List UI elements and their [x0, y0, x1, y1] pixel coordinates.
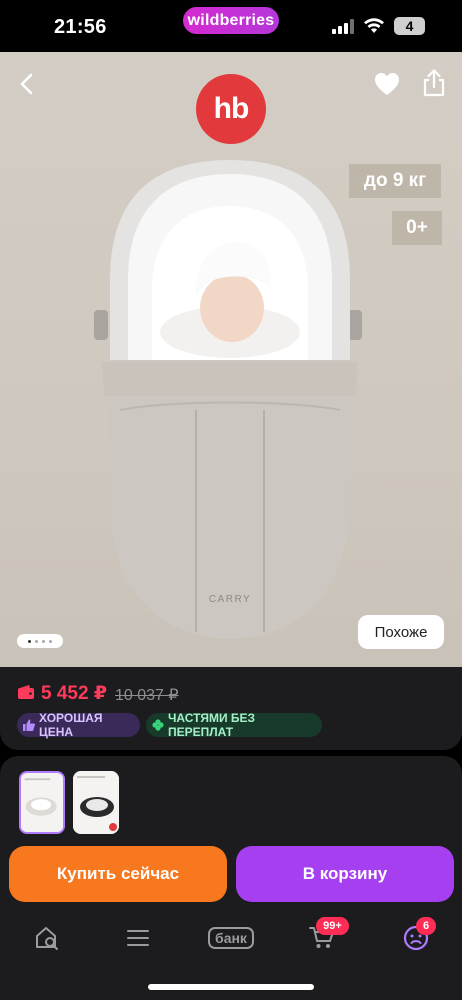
nav-catalog[interactable]: [118, 922, 158, 954]
status-time: 21:56: [54, 16, 107, 38]
current-price: 5 452 ₽: [41, 683, 108, 704]
heart-icon[interactable]: [373, 70, 401, 98]
home-search-icon: [36, 927, 58, 950]
action-bar: Купить сейчас В корзину: [0, 840, 462, 910]
battery-indicator: 4: [394, 17, 425, 35]
add-to-cart-button[interactable]: В корзину: [236, 846, 454, 902]
share-icon[interactable]: [420, 68, 448, 98]
similar-button[interactable]: Похоже: [358, 615, 444, 649]
wifi-icon: [364, 18, 384, 33]
nav-home[interactable]: [27, 922, 67, 954]
variant-thumb-beige[interactable]: [19, 771, 65, 834]
variant-thumb-black[interactable]: [73, 771, 119, 834]
gallery-dots: [17, 634, 63, 648]
bank-label: банк: [208, 927, 254, 949]
installments-label: ЧАСТЯМИ БЕЗ ПЕРЕПЛАТ: [168, 711, 256, 739]
old-price: 10 037 ₽: [115, 687, 179, 704]
price-card: 5 452 ₽ 10 037 ₽ ХОРОШАЯ ЦЕНА ЧАСТЯМИ БЕ…: [0, 667, 462, 750]
clover-icon: [152, 719, 164, 731]
app-pill[interactable]: wildberries: [183, 7, 279, 34]
gallery-dot: [28, 639, 31, 643]
product-image: CARRY: [94, 160, 362, 638]
nav-bank[interactable]: банк: [203, 922, 259, 954]
good-price-tag[interactable]: ХОРОШАЯ ЦЕНА: [17, 711, 140, 739]
good-price-label: ХОРОШАЯ ЦЕНА: [39, 711, 103, 739]
home-indicator: [148, 984, 314, 990]
buy-now-button[interactable]: Купить сейчас: [9, 846, 227, 902]
bottom-nav: банк 99+ 6: [0, 910, 462, 1000]
back-arrow-icon[interactable]: [14, 70, 42, 98]
cellular-signal-icon: [332, 19, 354, 34]
gallery-dot: [35, 639, 38, 643]
profile-notification-badge: 6: [416, 917, 436, 935]
menu-icon: [127, 930, 149, 946]
wallet-icon: [18, 685, 34, 699]
product-label: CARRY: [209, 594, 251, 605]
brand-logo[interactable]: hb: [196, 74, 266, 144]
variant-image: [21, 773, 63, 832]
gallery-dot: [42, 639, 45, 643]
spec-age-badge: 0+: [392, 211, 442, 245]
status-bar: 21:56 wildberries 4: [0, 0, 462, 52]
installments-tag[interactable]: ЧАСТЯМИ БЕЗ ПЕРЕПЛАТ: [146, 711, 322, 739]
cart-count-badge: 99+: [316, 917, 349, 935]
product-gallery[interactable]: hb до 9 кг 0+ CARRY Похоже: [0, 52, 462, 667]
variant-image: [73, 771, 119, 834]
thumbs-up-icon: [23, 719, 35, 731]
variant-selector: [0, 756, 462, 840]
gallery-dot: [49, 639, 52, 643]
